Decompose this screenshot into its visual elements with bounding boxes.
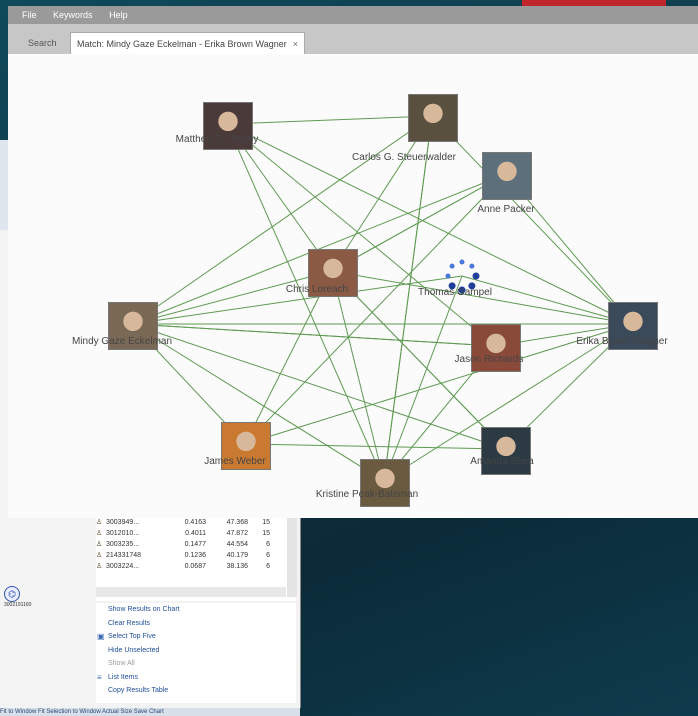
graph-canvas[interactable]: Matthew P. Healey Carlos G. Steuerwalder A… (8, 54, 698, 518)
action-item[interactable]: Hide Unselected (96, 644, 296, 658)
action-label: Clear Results (108, 619, 151, 627)
graph-edge (131, 270, 333, 325)
person-name: Carlos G. Steuerwalder (352, 152, 456, 163)
person-icon: ♙ (96, 530, 103, 537)
tab-search[interactable]: Search (22, 32, 63, 54)
list-icon: ≡ (97, 672, 102, 682)
graph-node-icon[interactable]: ⌬ (4, 586, 20, 602)
match-window: File Keywords Help Search Match: Mindy G… (0, 0, 698, 520)
results-horizontal-scrollbar[interactable] (96, 587, 286, 597)
menu-file[interactable]: File (22, 10, 37, 20)
action-label: Show All (108, 660, 135, 667)
action-item[interactable]: Copy Results Table (96, 684, 296, 698)
table-cell: 40.179 (226, 552, 248, 559)
table-cell: 47.872 (226, 530, 248, 537)
graph-edge (383, 275, 463, 482)
table-cell: 6 (266, 552, 270, 559)
person-name: Amanda Shea (470, 456, 534, 467)
menu-bar: File Keywords Help (8, 6, 698, 24)
graph-edge (331, 270, 385, 482)
graph-edge (461, 275, 633, 325)
person-name: Mindy Gaze Eckelman (71, 336, 173, 347)
action-label: Copy Results Table (108, 687, 169, 694)
status-bar: Fit to Window Fit Selection to Window Ac… (0, 708, 300, 716)
person-name: Anne Packer (477, 204, 535, 215)
action-label: Show Results on Chart (108, 606, 180, 613)
graph-edge (226, 115, 433, 125)
results-vertical-scrollbar[interactable] (287, 517, 297, 597)
results-actions-list: Show Results on Chart Clear Results ▣ Selec… (96, 603, 296, 703)
action-item[interactable]: ≡ List Items (96, 671, 296, 685)
person-name: Chris Loreach (285, 284, 349, 295)
tab-row: Search Match: Mindy Gaze Eckelman - Erik… (8, 24, 698, 55)
table-row[interactable]: ♙ 214331748 0.1236 40.179 6 (96, 550, 296, 561)
person-icon: ♙ (96, 563, 103, 570)
close-icon[interactable]: × (293, 39, 298, 49)
tab-match[interactable]: Match: Mindy Gaze Eckelman - Erika Brown… (70, 32, 306, 55)
table-row[interactable]: ♙ 3003224... 0.0687 38.136 6 (96, 561, 296, 572)
table-cell: 0.1236 (184, 552, 206, 559)
table-cell: 0.1477 (184, 541, 206, 548)
action-label: Select Top Five (108, 633, 156, 640)
table-cell: 6 (266, 563, 270, 570)
table-row[interactable]: ♙ 3012010... 0.4011 47.872 15 (96, 528, 296, 539)
node-id-label: 3002191160 (4, 602, 32, 608)
table-cell: 214331748 (106, 552, 142, 559)
table-cell: 0.4011 (185, 530, 206, 537)
menu-help[interactable]: Help (109, 10, 128, 20)
select-icon: ▣ (97, 632, 105, 641)
table-cell: 6 (266, 541, 270, 548)
person-name: Kristine Peak-Bateman (315, 489, 419, 500)
table-cell: 3003224... (106, 563, 140, 570)
person-name: Erika Brown Wagner (576, 336, 668, 347)
person-icon: ♙ (96, 541, 103, 548)
table-row[interactable]: ♙ 3003235... 0.1477 44.554 6 (96, 539, 296, 550)
menu-keywords[interactable]: Keywords (53, 10, 93, 20)
action-item[interactable]: Clear Results (96, 617, 296, 631)
person-name: Thomas Gampel (418, 287, 492, 298)
tab-match-label: Match: Mindy Gaze Eckelman - Erika Brown… (77, 39, 287, 49)
person-name: James Weber (204, 456, 266, 467)
action-item[interactable]: Show Results on Chart (96, 603, 296, 617)
action-label: Hide Unselected (108, 646, 160, 654)
graph-edge (383, 115, 433, 482)
action-label: List Items (108, 673, 138, 681)
person-icon: ♙ (96, 552, 103, 559)
table-cell: 38.136 (226, 563, 248, 570)
action-item: Show All (96, 657, 296, 671)
table-cell: 0.0687 (184, 563, 206, 570)
person-photo[interactable] (481, 427, 531, 475)
person-name: Matthew P. Healey (175, 134, 259, 145)
person-name: Jason Richards (454, 354, 524, 365)
person-photo[interactable] (482, 152, 532, 200)
graph-edge (131, 115, 433, 325)
person-photo[interactable] (408, 94, 458, 142)
table-cell: 15 (262, 530, 270, 537)
table-cell: 3012010... (106, 530, 140, 537)
table-cell: 3003235... (106, 541, 140, 548)
action-item[interactable]: ▣ Select Top Five (96, 630, 296, 644)
table-cell: 44.554 (226, 541, 248, 548)
